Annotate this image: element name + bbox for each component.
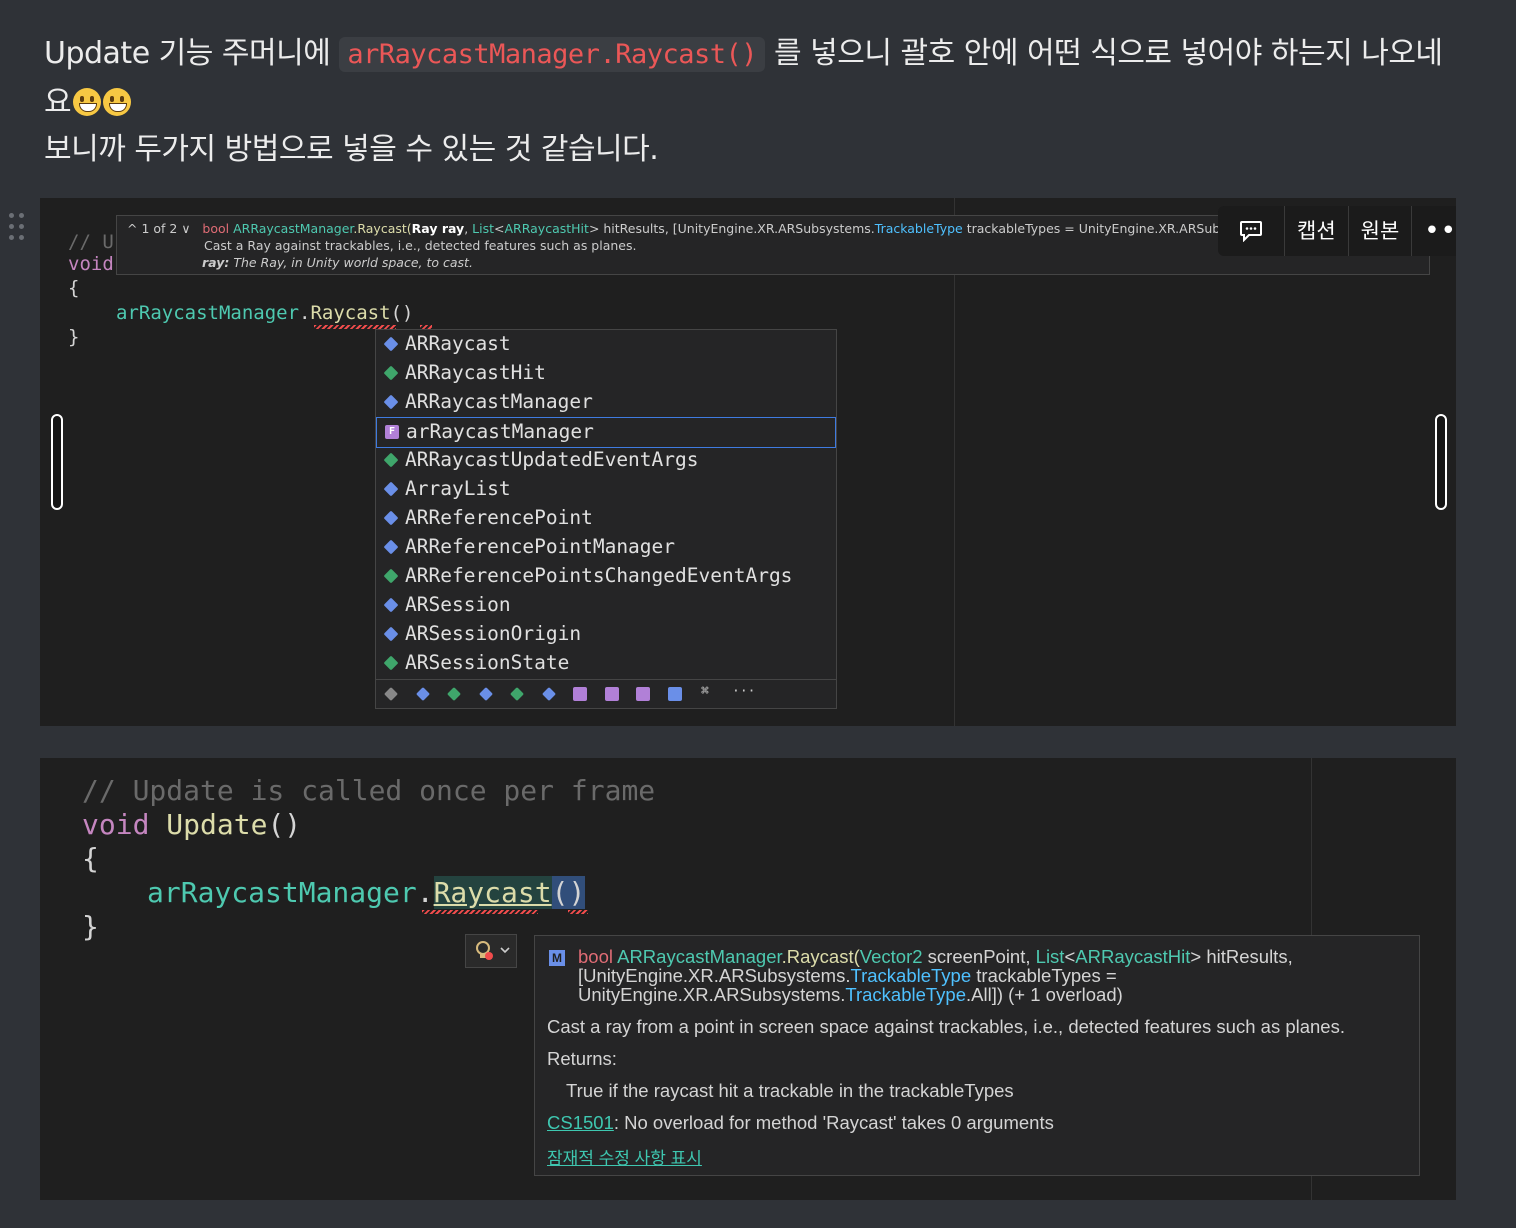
autocomplete-item[interactable]: ARRaycast — [376, 330, 836, 359]
struct-symbol-icon — [383, 452, 399, 468]
code-close-brace: } — [82, 910, 99, 943]
autocomplete-item[interactable]: ARSessionOrigin — [376, 620, 836, 649]
autocomplete-item-label: ARSessionOrigin — [405, 622, 582, 645]
code-open-brace: { — [68, 277, 80, 299]
autocomplete-item-label: ARRaycastHit — [405, 361, 546, 384]
code-method-decl: void Update() — [82, 808, 302, 841]
image-toolbar: 캡션 원본 ••• — [1218, 206, 1456, 256]
autocomplete-item-label: ArrayList — [405, 477, 511, 500]
autocomplete-item-label: ARRaycastUpdatedEventArgs — [405, 448, 699, 471]
error-squiggle — [422, 910, 538, 914]
autocomplete-item[interactable]: ARReferencePointManager — [376, 533, 836, 562]
autocomplete-item-label: ARReferencePointManager — [405, 535, 676, 558]
returns-heading: Returns: — [547, 1048, 617, 1069]
autocomplete-item-label: ARSession — [405, 593, 511, 616]
class-symbol-icon — [383, 539, 399, 555]
autocomplete-item-label: ARReferencePointsChangedEventArgs — [405, 564, 793, 587]
caption-button[interactable]: 캡션 — [1285, 206, 1349, 256]
autocomplete-item[interactable]: ARRaycastHit — [376, 359, 836, 388]
post-paragraph-2: 보니까 두가지 방법으로 넣을 수 있는 것 같습니다. — [44, 132, 659, 167]
autocomplete-item[interactable]: ARReferencePoint — [376, 504, 836, 533]
class-symbol-icon — [383, 394, 399, 410]
autocomplete-item[interactable]: ArrayList — [376, 475, 836, 504]
error-squiggle — [568, 910, 588, 914]
class-symbol-icon — [383, 481, 399, 497]
autocomplete-item[interactable]: ARSessionState — [376, 649, 836, 678]
struct-symbol-icon — [383, 568, 399, 584]
filter-toggle-icon[interactable] — [541, 687, 556, 701]
class-symbol-icon — [383, 626, 399, 642]
code-close-brace: } — [68, 326, 80, 348]
autocomplete-item[interactable]: ARReferencePointsChangedEventArgs — [376, 562, 836, 591]
code-call-line: arRaycastManager.Raycast() — [116, 302, 414, 324]
show-fixes-link[interactable]: 잠재적 수정 사항 표시 — [547, 1144, 702, 1169]
class-symbol-icon — [383, 510, 399, 526]
filter-toggle-icon[interactable] — [384, 687, 398, 701]
struct-symbol-icon — [383, 365, 399, 381]
grinning-emoji-icon — [103, 88, 132, 116]
autocomplete-list: ARRaycast ARRaycastHit ARRaycastManager Far… — [375, 329, 837, 709]
drag-handle-icon[interactable] — [9, 213, 27, 245]
overload-counter[interactable]: ^ 1 of 2 ∨ — [127, 221, 190, 236]
resize-handle-right[interactable] — [1435, 414, 1447, 510]
code-comment: // Update is called once per frame — [82, 774, 656, 807]
error-code-link[interactable]: CS1501 — [547, 1112, 614, 1133]
editor-ruler — [954, 198, 955, 726]
inline-code: arRaycastManager.Raycast() — [339, 37, 765, 72]
grinning-emoji-icon — [73, 88, 102, 116]
comment-button[interactable] — [1218, 206, 1285, 256]
screenshot-image-1[interactable]: // U void { arRaycastManager.Raycast() }… — [40, 198, 1456, 726]
method-description: Cast a ray from a point in screen space … — [547, 1016, 1345, 1037]
code-open-brace: { — [82, 842, 99, 875]
filter-toggle-icon[interactable] — [667, 687, 682, 701]
autocomplete-item-label: ARSessionState — [405, 651, 570, 674]
resize-handle-left[interactable] — [51, 414, 63, 510]
code-keyword-void: void — [68, 253, 114, 275]
autocomplete-item-label: ARRaycastManager — [405, 390, 593, 413]
autocomplete-item-label: ARRaycast — [405, 332, 511, 355]
field-symbol-icon: F — [385, 425, 399, 439]
autocomplete-item[interactable]: ARRaycastManager — [376, 388, 836, 417]
code-call-line: arRaycastManager.Raycast() — [147, 876, 586, 909]
autocomplete-item-label: arRaycastManager — [406, 420, 594, 443]
method-icon: M — [549, 950, 565, 966]
filter-toggle-icon[interactable] — [510, 687, 524, 701]
filter-toggle-icon[interactable] — [447, 687, 461, 701]
hover-info-tooltip: M bool ARRaycastManager.Raycast(Vector2 … — [534, 935, 1420, 1176]
filter-toggle-icon[interactable] — [415, 687, 430, 701]
error-message: CS1501: No overload for method 'Raycast'… — [547, 1112, 1054, 1133]
autocomplete-item[interactable]: ARSession — [376, 591, 836, 620]
class-symbol-icon — [383, 336, 399, 352]
filter-more-icon[interactable]: ⌘ — [701, 684, 709, 699]
comment-icon — [1240, 221, 1262, 242]
filter-toggle-icon[interactable] — [636, 687, 650, 701]
filter-toggle-icon[interactable] — [573, 687, 587, 701]
screenshot-image-2[interactable]: // Update is called once per frame void … — [40, 758, 1456, 1200]
original-button[interactable]: 원본 — [1349, 206, 1413, 256]
quick-fix-button[interactable] — [465, 934, 517, 968]
autocomplete-item[interactable]: ARRaycastUpdatedEventArgs — [376, 446, 836, 475]
struct-symbol-icon — [383, 655, 399, 671]
class-symbol-icon — [383, 597, 399, 613]
lightbulb-error-icon — [476, 941, 510, 960]
filter-overflow-icon[interactable]: ··· — [732, 684, 755, 699]
code-comment: // U — [68, 231, 114, 253]
autocomplete-item[interactable]: FarRaycastManager — [376, 417, 836, 448]
more-options-icon[interactable]: ••• — [1412, 206, 1456, 256]
filter-toggle-icon[interactable] — [604, 687, 619, 701]
returns-description: True if the raycast hit a trackable in t… — [566, 1080, 1014, 1101]
autocomplete-item-label: ARReferencePoint — [405, 506, 593, 529]
filter-toggle-icon[interactable] — [478, 687, 493, 701]
autocomplete-filter-bar: ⌘ ··· — [376, 679, 836, 708]
post-paragraph-1: Update 기능 주머니에 arRaycastManager.Raycast(… — [44, 36, 1443, 120]
